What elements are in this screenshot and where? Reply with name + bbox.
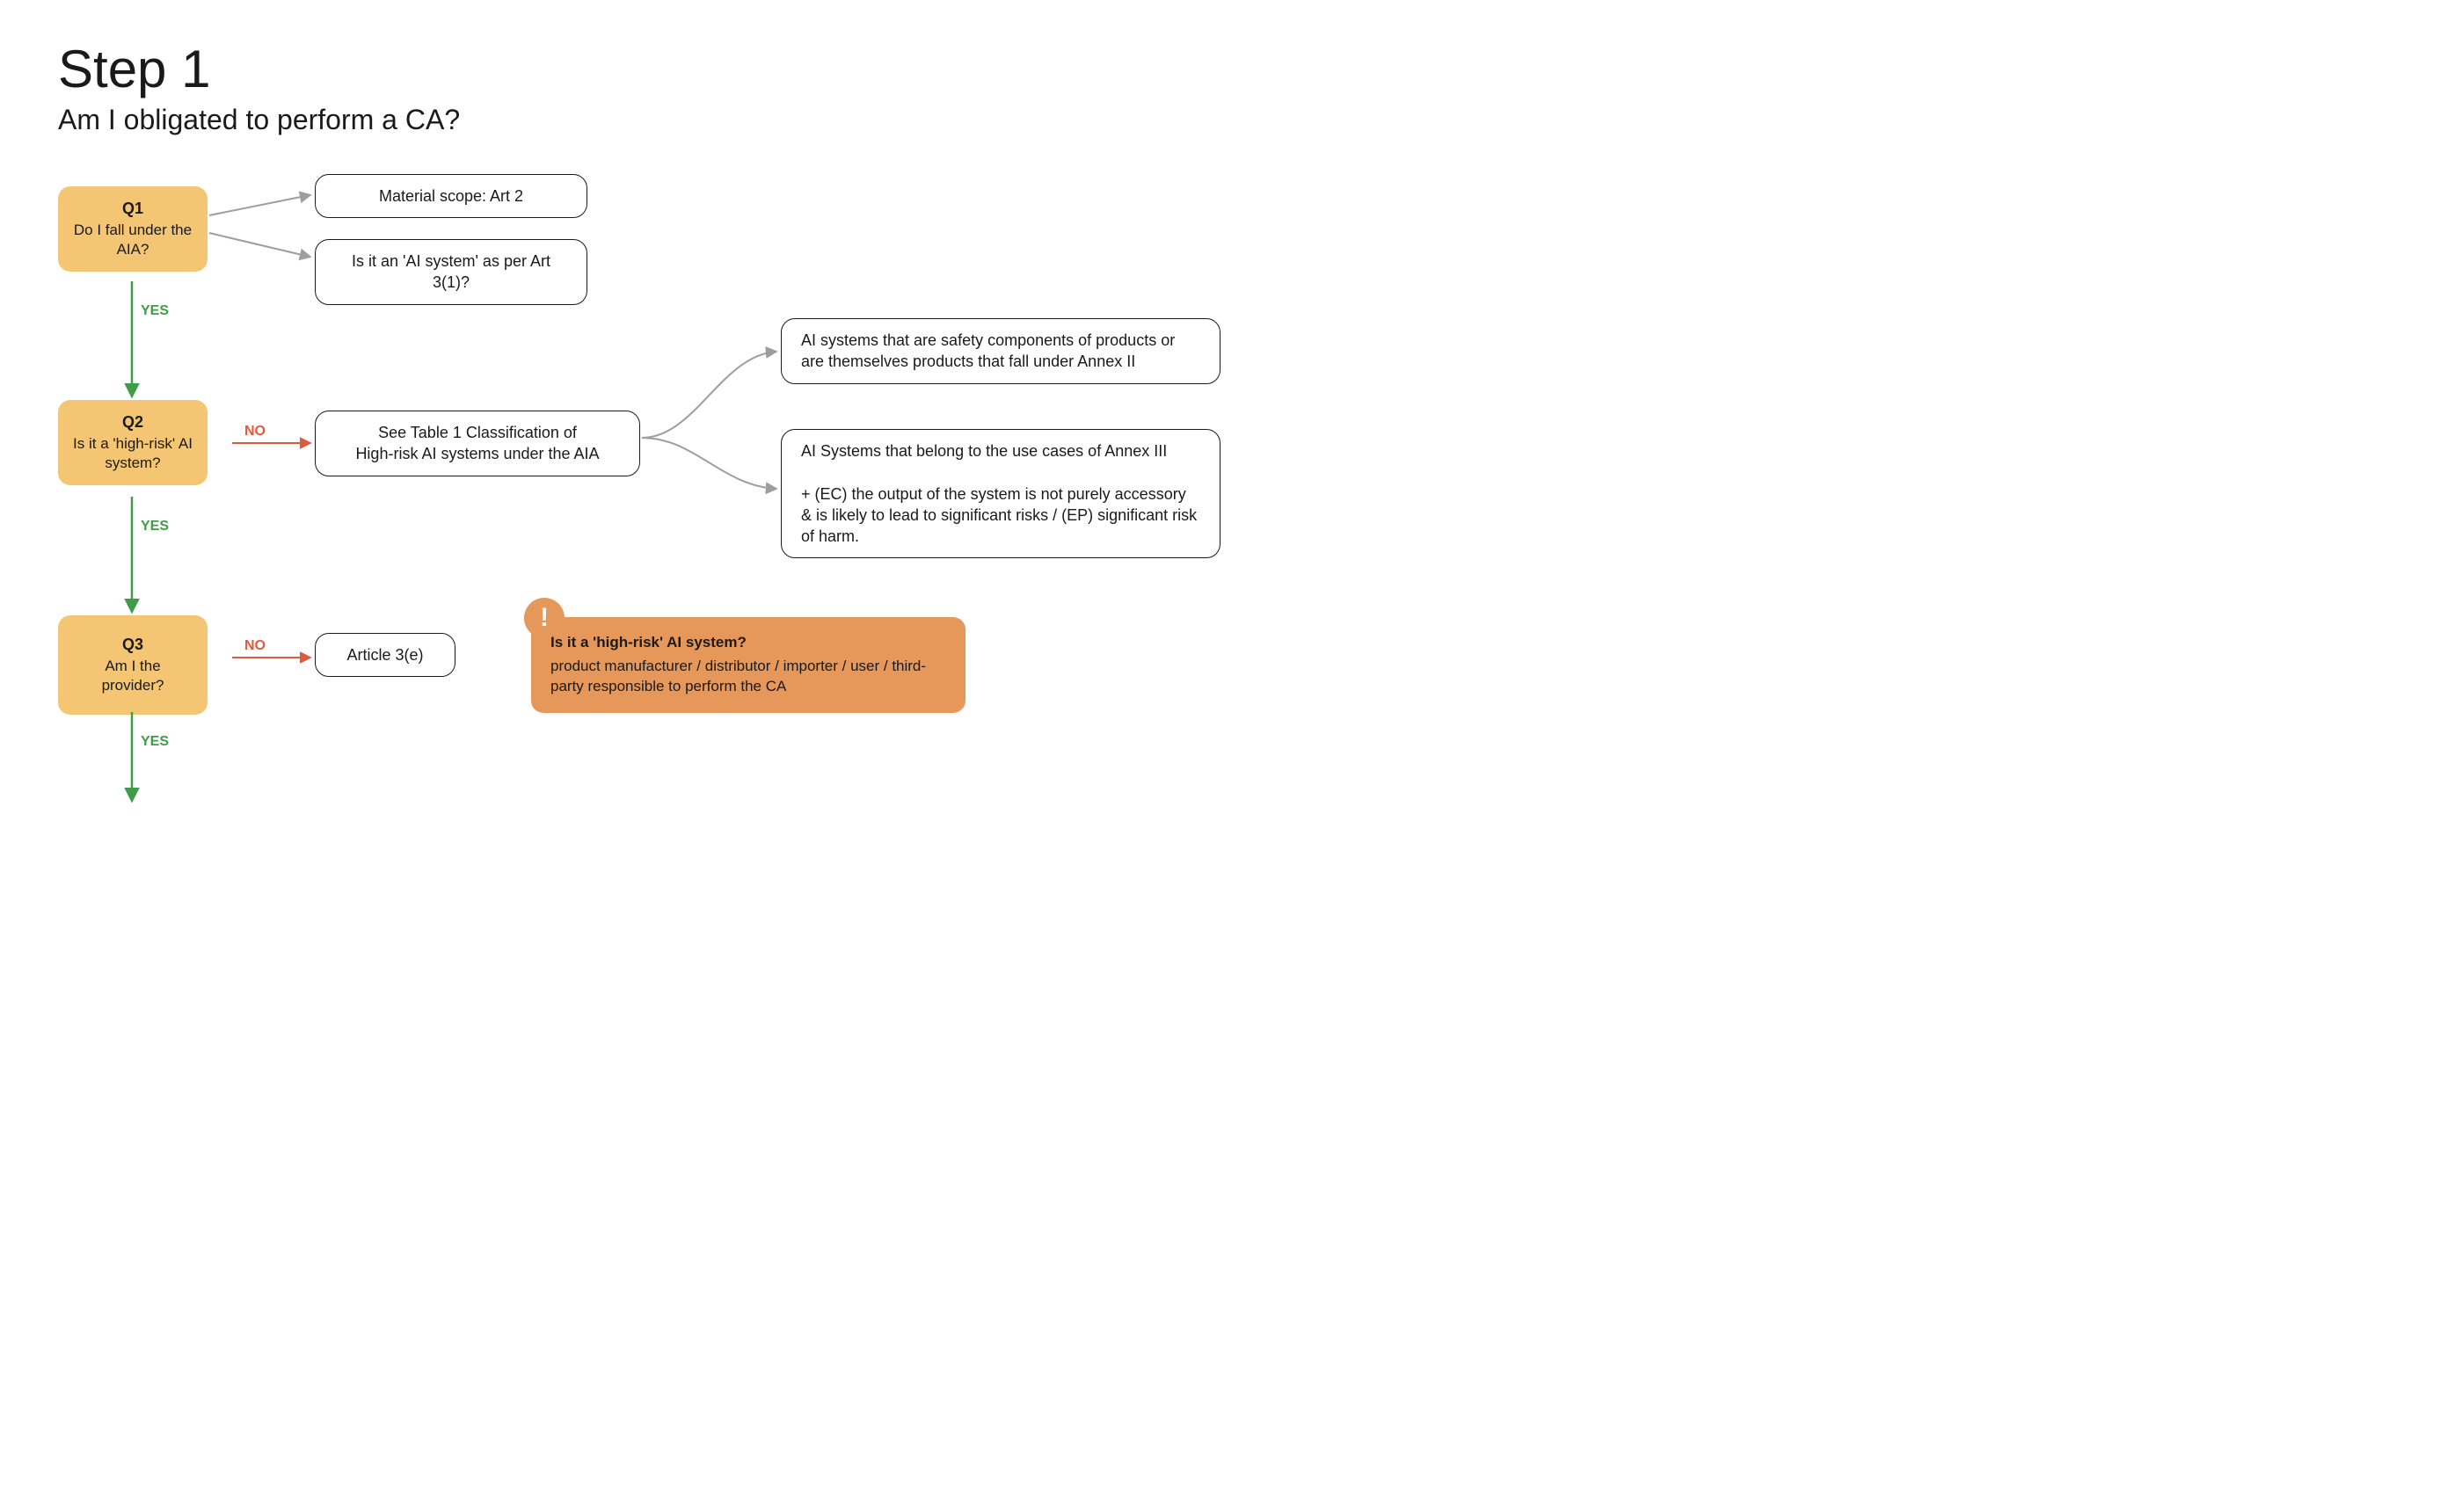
q1-box: Q1 Do I fall under the AIA? xyxy=(58,186,208,272)
q1-number: Q1 xyxy=(72,199,193,219)
arrow-q1-to-def xyxy=(209,233,310,257)
q2-text: Is it a 'high-risk' AI system? xyxy=(73,435,193,471)
box-annex-iii-line1: AI Systems that belong to the use cases … xyxy=(801,442,1167,460)
box-annex-iii-line2: + (EC) the output of the system is not p… xyxy=(801,485,1197,546)
arrow-q1-to-scope xyxy=(209,195,310,215)
box-see-table1: See Table 1 Classification of High-risk … xyxy=(315,411,640,476)
box-article-3e: Article 3(e) xyxy=(315,633,455,677)
q1-yes-label: YES xyxy=(141,303,169,319)
box-annex-iii: AI Systems that belong to the use cases … xyxy=(781,429,1220,558)
q3-text: Am I the provider? xyxy=(102,658,164,694)
q2-number: Q2 xyxy=(72,412,193,433)
page-title: Step 1 xyxy=(58,39,210,99)
box-see-table1-line1: See Table 1 Classification of xyxy=(378,424,577,441)
box-ai-system-def: Is it an 'AI system' as per Art 3(1)? xyxy=(315,239,587,305)
box-see-table1-line2: High-risk AI systems under the AIA xyxy=(355,445,599,462)
alert-icon: ! xyxy=(524,598,565,638)
q3-box: Q3 Am I the provider? xyxy=(58,615,208,715)
box-material-scope: Material scope: Art 2 xyxy=(315,174,587,218)
q1-text: Do I fall under the AIA? xyxy=(74,222,192,258)
flowchart-canvas: Step 1 Am I obligated to perform a CA? Q… xyxy=(0,0,1354,839)
callout-title: Is it a 'high-risk' AI system? xyxy=(550,633,946,653)
arrow-table1-annex2 xyxy=(642,352,776,438)
box-annex-ii: AI systems that are safety components of… xyxy=(781,318,1220,384)
q2-yes-label: YES xyxy=(141,519,169,534)
page-subtitle: Am I obligated to perform a CA? xyxy=(58,104,460,136)
callout-box: Is it a 'high-risk' AI system? product m… xyxy=(531,617,965,713)
q2-no-label: NO xyxy=(244,424,266,440)
q3-no-label: NO xyxy=(244,638,266,654)
q3-number: Q3 xyxy=(72,635,193,655)
callout-body: product manufacturer / distributor / imp… xyxy=(550,658,926,694)
q2-box: Q2 Is it a 'high-risk' AI system? xyxy=(58,400,208,485)
q3-yes-label: YES xyxy=(141,734,169,750)
arrow-table1-annex3 xyxy=(642,438,776,489)
